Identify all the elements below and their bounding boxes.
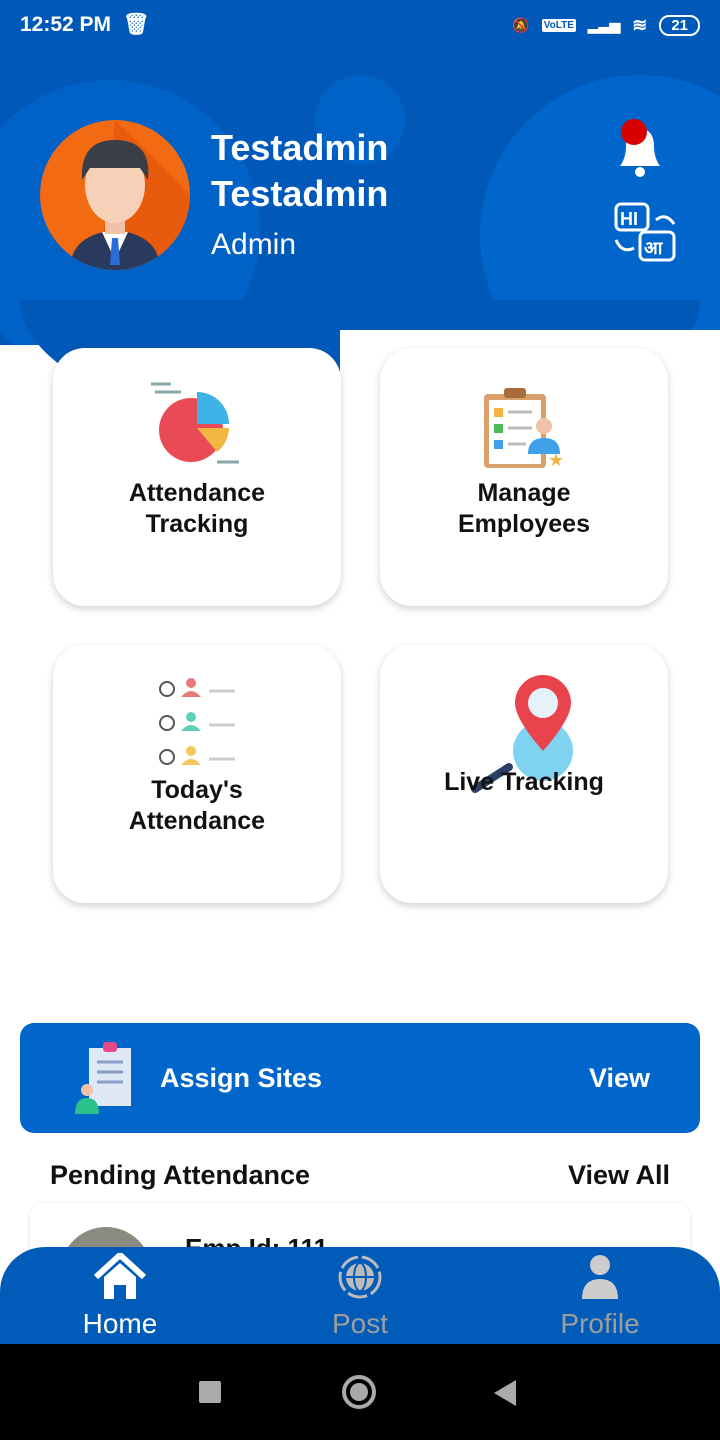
card-attendance-tracking[interactable]: Attendance Tracking: [53, 348, 341, 606]
svg-text:HI: HI: [620, 209, 638, 229]
home-icon: [93, 1250, 147, 1299]
wifi-icon: ≋: [632, 14, 648, 35]
nav-profile[interactable]: Profile: [480, 1247, 720, 1344]
nav-post[interactable]: Post: [240, 1247, 480, 1344]
svg-text:आ: आ: [644, 238, 663, 259]
status-time: 12:52 PM: [20, 13, 112, 36]
battery-icon: 21: [659, 14, 700, 36]
globe-icon: [338, 1255, 382, 1299]
card-manage-employees[interactable]: ★ Manage Employees: [380, 348, 668, 606]
view-all-link[interactable]: View All: [568, 1160, 670, 1191]
assign-sites-label: Assign Sites: [160, 1062, 323, 1093]
assign-sites-icon: [75, 1042, 131, 1114]
language-translate-icon[interactable]: HI आ: [612, 200, 678, 269]
recents-button[interactable]: [199, 1381, 221, 1403]
checklist-people-icon: [159, 678, 235, 765]
back-button[interactable]: [494, 1380, 516, 1406]
user-name: Testadmin Testadmin: [211, 127, 389, 214]
bell-icon[interactable]: [612, 118, 668, 185]
user-role: Admin: [211, 228, 297, 261]
assign-sites-view-button[interactable]: View: [589, 1063, 650, 1094]
signal-icon: ▂▃▅: [587, 16, 621, 33]
card-todays-attendance[interactable]: Today's Attendance: [53, 645, 341, 903]
avatar[interactable]: [40, 120, 190, 270]
svg-text:★: ★: [548, 450, 564, 470]
pending-attendance-title: Pending Attendance: [50, 1160, 311, 1190]
mute-icon: 🔕: [512, 16, 530, 33]
pie-chart-icon: [151, 382, 239, 464]
card-live-tracking[interactable]: Live Tracking: [380, 645, 668, 903]
person-icon: [582, 1255, 618, 1299]
home-system-button[interactable]: [342, 1375, 376, 1409]
nav-home[interactable]: Home: [0, 1247, 240, 1344]
bottom-nav: Home Post Profile: [0, 1247, 720, 1344]
volte-icon: VoLTE: [541, 18, 576, 32]
trash-icon: 🗑: [123, 13, 150, 36]
clipboard-employee-icon: ★: [484, 388, 564, 470]
assign-sites-banner[interactable]: Assign Sites View: [20, 1023, 700, 1133]
system-nav-bar: [0, 1344, 720, 1440]
status-bar: 12:52 PM 🗑 🔕 VoLTE ▂▃▅ ≋ 21: [0, 0, 720, 50]
